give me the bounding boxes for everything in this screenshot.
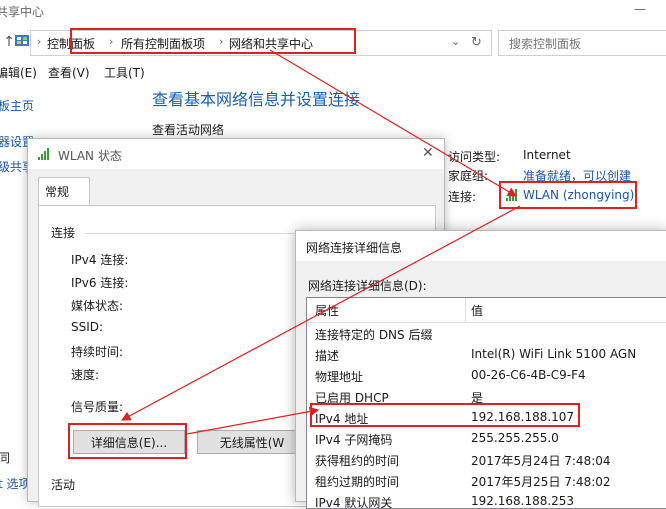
menu-view[interactable]: 查看(V) [48,64,90,81]
menu-edit[interactable]: 编辑(E) [0,64,37,81]
access-type-value: Internet [523,148,571,162]
list-item[interactable]: 物理地址 00-26-C6-4B-C9-F4 [307,366,666,387]
minimize-button[interactable]: — [634,2,648,16]
sidebar-item-internet-options[interactable]: t 选项 [0,475,31,492]
wlan-dialog-title: WLAN 状态 [58,149,122,163]
property-cell: 获得租约的时间 [315,454,400,468]
column-header-property[interactable]: 属性 [315,302,339,319]
value-cell: 2017年5月24日 7:48:04 [471,454,611,468]
list-item[interactable]: 获得租约的时间 2017年5月24日 7:48:04 [307,450,666,471]
menu-tools[interactable]: 工具(T) [104,64,145,81]
tab-general-label: 常规 [45,185,70,199]
property-cell: 物理地址 [315,370,364,384]
speed-label: 速度: [71,368,100,382]
value-cell: 2017年5月25日 7:48:02 [471,475,611,489]
active-networks-label: 查看活动网络 [152,123,225,137]
signal-quality-label: 信号质量: [71,400,124,414]
breadcrumb-chevron-icon: › [37,35,42,48]
property-cell: IPv4 默认网关 [315,496,393,509]
property-cell: IPv4 子网掩码 [315,433,393,447]
homegroup-label: 家庭组: [448,169,489,183]
connection-group-label: 连接 [51,226,76,240]
window-titlebar: 共享中心 — [0,0,666,26]
activity-group-label: 活动 [51,478,76,492]
value-cell: 192.168.188.253 [471,494,575,508]
details-dialog-title: 网络连接详细信息 [306,241,403,255]
property-cell: 租约过期的时间 [315,475,400,489]
annotation-details-button-highlight [68,423,187,459]
wlan-dialog-titlebar: WLAN 状态 ✕ [28,139,444,169]
list-item[interactable]: 描述 Intel(R) WiFi Link 5100 AGN [307,345,666,366]
connection-label: 连接: [448,190,477,204]
control-panel-icon [14,33,30,49]
tab-general[interactable]: 常规 [38,177,90,206]
value-cell: 255.255.255.0 [471,431,559,445]
access-type-label: 访问类型: [448,150,501,164]
refresh-icon[interactable]: ↻ [471,35,482,50]
property-cell: 描述 [315,349,340,363]
details-dialog-titlebar: 网络连接详细信息 [296,231,666,261]
page-title: 查看基本网络信息并设置连接 [152,90,361,109]
menu-bar: 编辑(E) 查看(V) 工具(T) [0,60,666,82]
list-item[interactable]: 连接特定的 DNS 后缀 [307,324,666,345]
ssid-label: SSID: [71,320,104,334]
column-header-value[interactable]: 值 [471,302,483,319]
wireless-properties-button[interactable]: 无线属性(W [197,430,307,454]
network-details-dialog: 网络连接详细信息 网络连接详细信息(D): 属性 值 连接特定的 DNS 后缀 … [295,230,666,509]
value-cell: 00-26-C6-4B-C9-F4 [471,368,586,382]
window-title: 共享中心 [0,5,45,19]
property-cell: 连接特定的 DNS 后缀 [315,328,433,342]
list-item[interactable]: IPv4 子网掩码 255.255.255.0 [307,429,666,450]
annotation-breadcrumb-highlight [70,28,356,54]
duration-label: 持续时间: [71,345,124,359]
search-box[interactable]: 搜索控制面板 [498,30,666,56]
sidebar-item-home[interactable]: 板主页 [0,97,34,114]
list-item[interactable]: 租约过期的时间 2017年5月25日 7:48:02 [307,471,666,492]
value-cell: Intel(R) WiFi Link 5100 AGN [471,347,637,361]
annotation-ipv4-row-highlight [310,403,580,427]
close-icon[interactable]: ✕ [422,145,434,161]
search-placeholder: 搜索控制面板 [509,37,582,51]
list-header: 属性 值 [307,298,666,323]
sidebar-item-see-also: 同 [0,451,11,465]
annotation-wlan-link-highlight [499,181,637,209]
wifi-signal-icon [38,148,52,160]
media-state-label: 媒体状态: [71,299,124,313]
list-item[interactable]: IPv4 默认网关 192.168.188.253 [307,492,666,509]
details-caption: 网络连接详细信息(D): [308,279,427,293]
dropdown-chevron-icon[interactable]: ⌄ [451,35,460,48]
column-divider[interactable] [465,298,466,322]
ipv4-connectivity-label: IPv4 连接: [71,253,129,267]
ipv6-connectivity-label: IPv6 连接: [71,276,129,290]
